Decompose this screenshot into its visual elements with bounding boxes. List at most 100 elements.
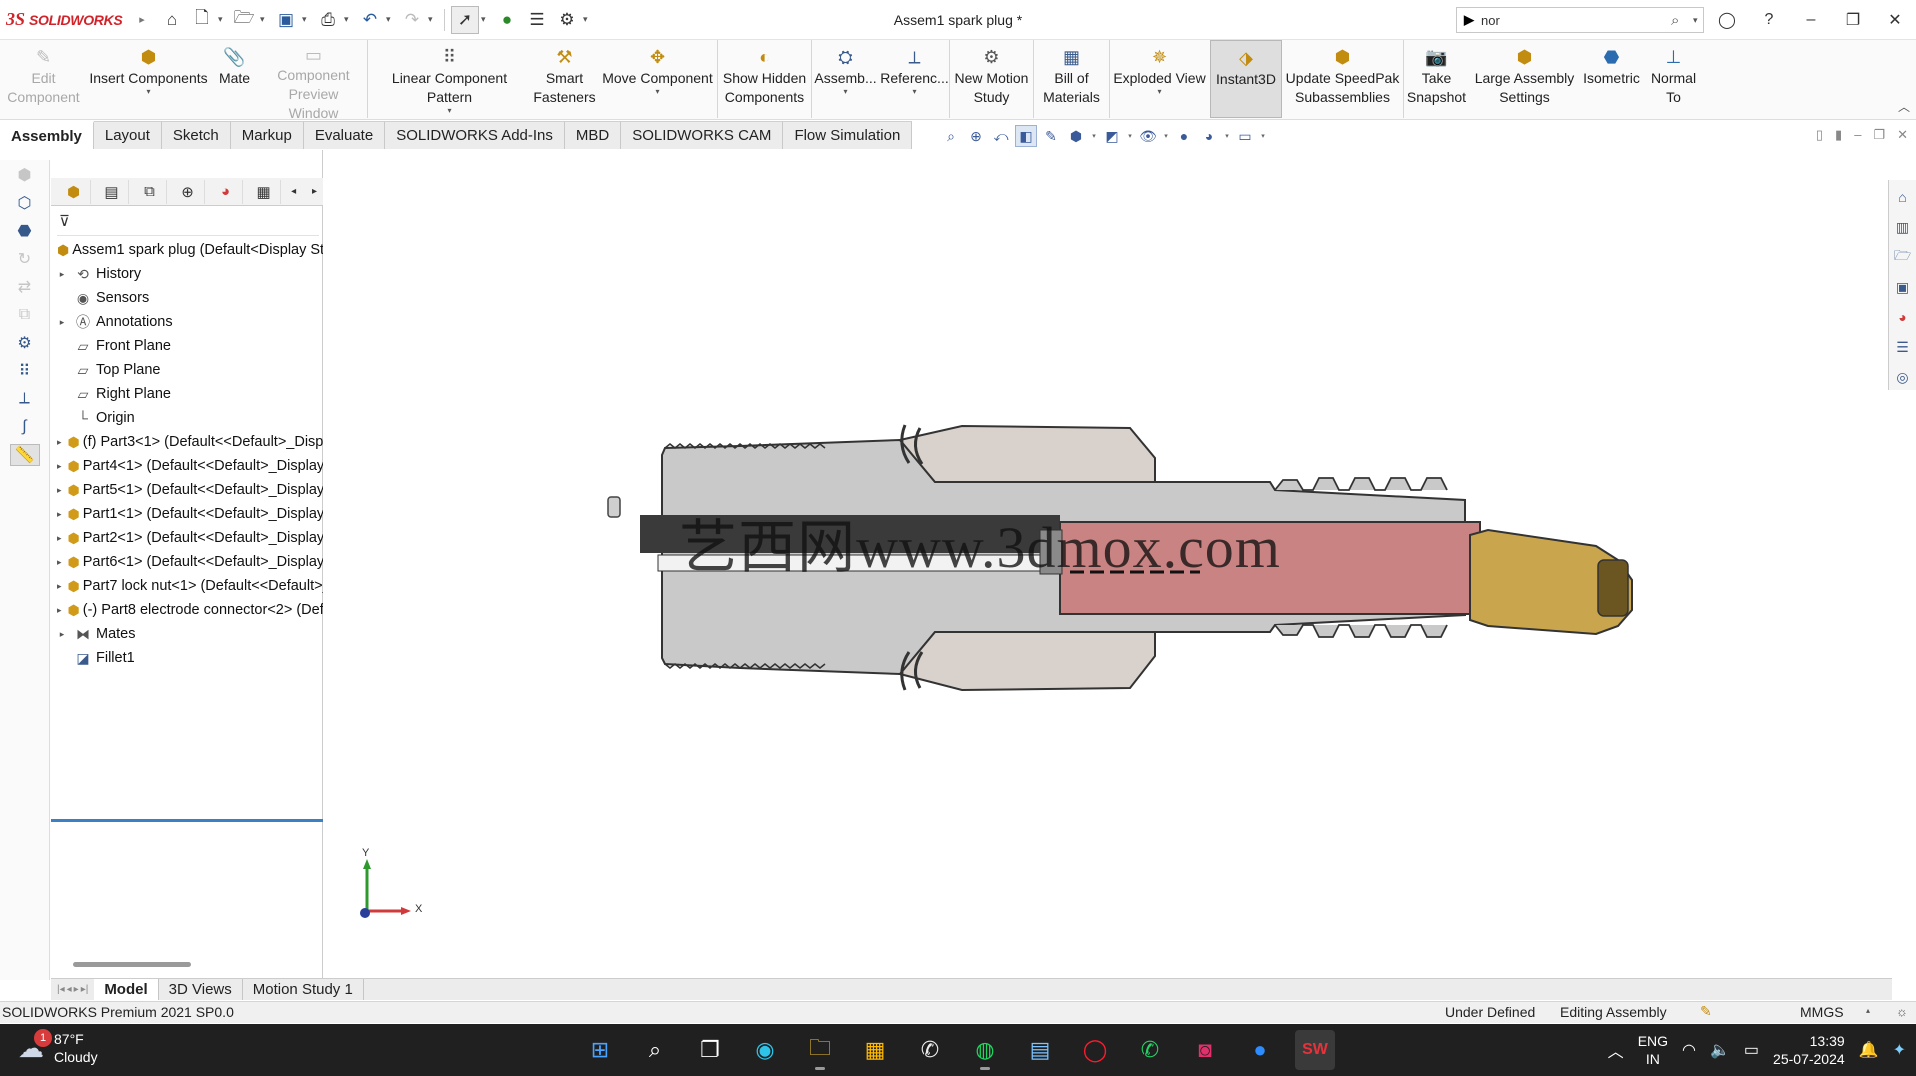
tab-assembly[interactable]: Assembly: [0, 121, 94, 149]
view-orientation-icon[interactable]: ⬢: [1065, 125, 1087, 147]
spotify-icon[interactable]: ◍: [965, 1030, 1005, 1070]
restore-icon[interactable]: ❐: [1832, 0, 1874, 40]
redo-dropdown-icon[interactable]: ▾: [428, 14, 438, 25]
chevron-down-icon[interactable]: ▾: [1090, 125, 1098, 147]
tree-row-front-plane[interactable]: ▱ Front Plane: [51, 334, 323, 358]
dynamic-annotation-icon[interactable]: ✎: [1040, 125, 1062, 147]
appearances-icon[interactable]: ◕: [1892, 306, 1914, 328]
chevron-down-icon[interactable]: ▾: [447, 107, 451, 115]
solidworks-taskbar-icon[interactable]: SW: [1295, 1030, 1335, 1070]
notification-bell-icon[interactable]: 🔔: [1859, 1040, 1879, 1060]
expand-arrow-icon[interactable]: ▸: [57, 461, 62, 472]
previous-view-icon[interactable]: ⤺: [990, 125, 1012, 147]
weather-widget[interactable]: ☁ 1 87°F Cloudy: [18, 1028, 98, 1066]
display-style-icon[interactable]: ◩: [1101, 125, 1123, 147]
insert-components-button[interactable]: ⬢ Insert Components ▾: [88, 40, 210, 118]
expand-arrow-icon[interactable]: ▸: [57, 437, 62, 448]
rollback-bar[interactable]: [51, 819, 323, 822]
filter-icon[interactable]: ⊽: [59, 213, 70, 230]
chevron-down-icon[interactable]: ▾: [1126, 125, 1134, 147]
hex-nut-bottom[interactable]: [898, 631, 1156, 692]
expand-arrow-icon[interactable]: ▸: [57, 581, 62, 592]
help-icon[interactable]: ?: [1748, 0, 1790, 40]
large-assembly-settings-button[interactable]: ⬢ Large Assembly Settings: [1470, 40, 1580, 118]
notepad-icon[interactable]: ▤: [1020, 1030, 1060, 1070]
tree-row-part4[interactable]: ▸ ⬢ Part4<1> (Default<<Default>_Display …: [51, 454, 323, 478]
close-icon[interactable]: ✕: [1874, 0, 1916, 40]
chevron-down-icon[interactable]: ▾: [655, 88, 659, 96]
expand-arrow-icon[interactable]: ▸: [57, 509, 62, 520]
linear-component-pattern-button[interactable]: ⠿ Linear Component Pattern ▾: [368, 40, 532, 118]
chevron-up-icon[interactable]: ▴: [1866, 1006, 1870, 1015]
whatsapp-business-icon[interactable]: ✆: [1130, 1030, 1170, 1070]
search-icon[interactable]: ⌕: [1671, 12, 1693, 29]
tree-row-annotations[interactable]: ▸ Ⓐ Annotations: [51, 310, 323, 334]
feature-tree-tab-icon[interactable]: ⬢: [57, 179, 92, 204]
clock[interactable]: 13:39 25-07-2024: [1773, 1032, 1845, 1068]
unit-system[interactable]: MMGS: [1800, 1004, 1844, 1020]
user-account-icon[interactable]: ◯: [1706, 0, 1748, 40]
collapse-ribbon-icon[interactable]: ︿: [1898, 98, 1910, 115]
assembly-features-button[interactable]: ⛭ Assemb... ▾: [812, 40, 880, 118]
exploded-view-button[interactable]: ✵ Exploded View ▾: [1110, 40, 1210, 118]
reference-plane-icon[interactable]: ⟂: [10, 388, 40, 410]
next-tab-icon[interactable]: ▸: [74, 984, 79, 995]
normal-to-button[interactable]: ⊥ Normal To: [1644, 40, 1704, 118]
expand-arrow-icon[interactable]: ▸: [57, 269, 67, 280]
volume-icon[interactable]: 🔈: [1710, 1040, 1730, 1060]
copilot-icon[interactable]: ✦: [1893, 1040, 1906, 1060]
tree-row-part1[interactable]: ▸ ⬢ Part1<1> (Default<<Default>_Display …: [51, 502, 323, 526]
insert-part-icon[interactable]: ⬡: [10, 192, 40, 214]
tile-view-icon[interactable]: ▮: [1835, 127, 1842, 143]
display-manager-tab-icon[interactable]: ◕: [209, 179, 244, 204]
rebuild-status-icon[interactable]: ✎: [1700, 1003, 1712, 1020]
search-input[interactable]: [1481, 12, 1671, 28]
instant3d-button[interactable]: ⬗ Instant3D: [1210, 40, 1282, 118]
horizontal-scrollbar[interactable]: [73, 962, 191, 967]
options-dropdown-icon[interactable]: ▾: [583, 14, 593, 25]
tab-model[interactable]: Model: [94, 979, 159, 1000]
tab-flow-simulation[interactable]: Flow Simulation: [783, 121, 913, 149]
battery-icon[interactable]: ▭: [1744, 1040, 1759, 1060]
open-dropdown-icon[interactable]: ▾: [260, 14, 270, 25]
save-icon[interactable]: ▣: [272, 6, 300, 34]
save-dropdown-icon[interactable]: ▾: [302, 14, 312, 25]
design-library-icon[interactable]: ▥: [1892, 216, 1914, 238]
cam-tab-icon[interactable]: ▦: [247, 179, 282, 204]
chevron-down-icon[interactable]: ▾: [1223, 125, 1231, 147]
isometric-button[interactable]: ⬣ Isometric: [1580, 40, 1644, 118]
search-box[interactable]: ▶ ⌕ ▾: [1456, 7, 1704, 33]
doc-minimize-icon[interactable]: –: [1854, 127, 1861, 143]
pattern-driven-icon[interactable]: ⠿: [10, 360, 40, 382]
component-icon[interactable]: ⬣: [10, 220, 40, 242]
options-gear-icon[interactable]: ⚙: [553, 6, 581, 34]
whatsapp-icon[interactable]: ✆: [910, 1030, 950, 1070]
zoom-icon[interactable]: ●: [1240, 1030, 1280, 1070]
windows-start-icon[interactable]: ⊞: [580, 1030, 620, 1070]
replace-components-icon[interactable]: ⇄: [10, 276, 40, 298]
update-speedpak-button[interactable]: ⬢ Update SpeedPak Subassemblies: [1282, 40, 1404, 118]
chevron-left-icon[interactable]: ◂: [285, 180, 302, 204]
doc-close-icon[interactable]: ✕: [1897, 127, 1908, 143]
forum-icon[interactable]: ◎: [1892, 366, 1914, 388]
chevron-down-icon[interactable]: ▾: [1259, 125, 1267, 147]
component-preview-window-button[interactable]: ▭ Component Preview Window: [260, 40, 368, 121]
chevron-down-icon[interactable]: ▾: [843, 88, 847, 96]
file-explorer-icon[interactable]: 🗀: [800, 1030, 840, 1070]
redo-icon[interactable]: ↷: [398, 6, 426, 34]
move-component-button[interactable]: ✥ Move Component ▾: [598, 40, 718, 118]
print-icon[interactable]: ⎙: [314, 6, 342, 34]
chevron-down-icon[interactable]: ▾: [912, 88, 916, 96]
tree-row-part5[interactable]: ▸ ⬢ Part5<1> (Default<<Default>_Display …: [51, 478, 323, 502]
instagram-icon[interactable]: ◙: [1185, 1030, 1225, 1070]
tab-3d-views[interactable]: 3D Views: [159, 979, 243, 1000]
tree-row-part3[interactable]: ▸ ⬢ (f) Part3<1> (Default<<Default>_Disp…: [51, 430, 323, 454]
chevron-down-icon[interactable]: ▾: [146, 88, 150, 96]
tree-row-history[interactable]: ▸ ⟲ History: [51, 262, 323, 286]
expand-menu-icon[interactable]: ▸: [128, 6, 156, 34]
expand-arrow-icon[interactable]: ▸: [57, 557, 62, 568]
file-properties-icon[interactable]: ☰: [523, 6, 551, 34]
rotate-component-icon[interactable]: ↻: [10, 248, 40, 270]
apply-scene-icon[interactable]: ◕: [1198, 125, 1220, 147]
split-view-icon[interactable]: ▯: [1816, 127, 1823, 143]
